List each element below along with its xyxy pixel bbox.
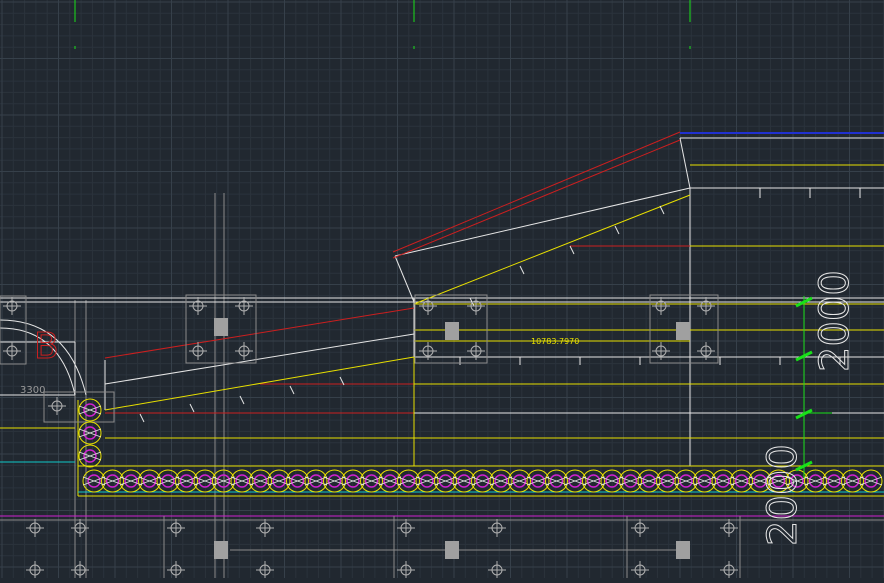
anchor-bolt-icon	[720, 561, 738, 579]
anchor-bolt-icon	[189, 342, 207, 360]
pile-symbol	[78, 444, 102, 468]
anchor-bolt-icon	[189, 297, 207, 315]
anchor-bolt-icon	[488, 561, 506, 579]
pile-symbol	[78, 421, 102, 445]
anchor-bolt-icon	[397, 561, 415, 579]
white-structure	[0, 137, 884, 466]
label-length: 10783.7970	[531, 337, 579, 346]
slope-tick-marks	[139, 188, 861, 423]
anchor-bolt-icon	[652, 297, 670, 315]
label-3300: 3300	[20, 385, 45, 396]
anchor-bolt-icon	[256, 561, 274, 579]
letter-b: B	[34, 326, 59, 367]
dim-2000-bottom: 2000	[760, 444, 806, 546]
anchor-bolt-icon	[3, 297, 21, 315]
yellow-structure	[0, 164, 884, 497]
cad-model-space[interactable]: 3300 10783.7970 B 2000 2000	[0, 0, 884, 579]
anchor-bolt-icon	[467, 297, 485, 315]
anchor-bolt-icon	[697, 297, 715, 315]
anchor-bolt-icon	[3, 342, 21, 360]
pile-symbol	[78, 398, 102, 422]
dim-2000-right: 2000	[812, 270, 858, 372]
anchor-bolt-icon	[26, 561, 44, 579]
bottom-lines	[0, 516, 884, 578]
cad-canvas[interactable]: 3300 10783.7970 B 2000 2000	[0, 0, 884, 579]
anchor-bolt-icon	[48, 397, 66, 415]
anchor-bolt-icon	[419, 297, 437, 315]
